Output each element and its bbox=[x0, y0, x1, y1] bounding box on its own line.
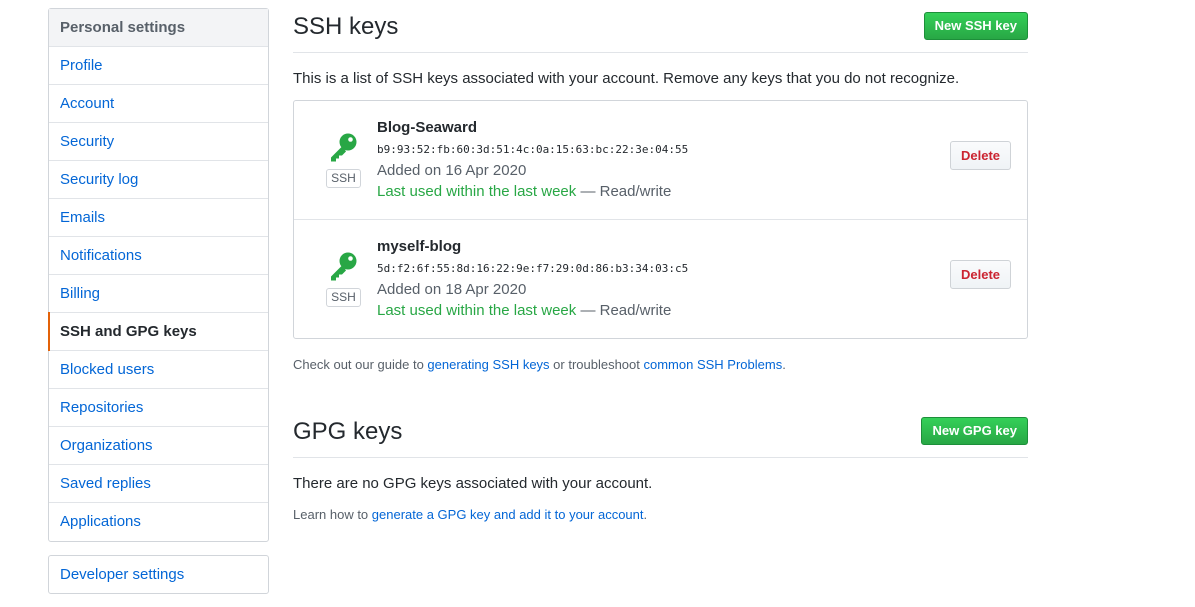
key-last-used: Last used within the last week bbox=[377, 302, 577, 319]
key-last-used: Last used within the last week bbox=[377, 183, 577, 200]
key-fingerprint: b9:93:52:fb:60:3d:51:4c:0a:15:63:bc:22:3… bbox=[377, 143, 689, 156]
ssh-help-prefix: Check out our guide to bbox=[293, 357, 428, 372]
ssh-badge: SSH bbox=[326, 169, 361, 188]
ssh-keys-title: SSH keys bbox=[293, 13, 399, 40]
key-usage: Last used within the last week — Read/wr… bbox=[377, 302, 671, 319]
key-added-date: Added on 18 Apr 2020 bbox=[377, 281, 527, 298]
sidebar-item-saved-replies[interactable]: Saved replies bbox=[49, 465, 268, 503]
gpg-section-header: GPG keys New GPG key bbox=[293, 405, 1028, 458]
sidebar-item-billing[interactable]: Billing bbox=[49, 275, 268, 313]
gpg-help-prefix: Learn how to bbox=[293, 507, 372, 522]
generate-gpg-key-link[interactable]: generate a GPG key and add it to your ac… bbox=[372, 507, 644, 522]
sidebar-item-security[interactable]: Security bbox=[49, 123, 268, 161]
key-icon bbox=[331, 133, 357, 162]
ssh-badge: SSH bbox=[326, 288, 361, 307]
ssh-key-row: SSH myself-blog 5d:f2:6f:55:8d:16:22:9e:… bbox=[294, 220, 1027, 338]
sidebar-item-repositories[interactable]: Repositories bbox=[49, 389, 268, 427]
new-gpg-key-button[interactable]: New GPG key bbox=[921, 417, 1028, 445]
delete-key-button[interactable]: Delete bbox=[950, 260, 1011, 289]
delete-key-button[interactable]: Delete bbox=[950, 141, 1011, 170]
sidebar-item-profile[interactable]: Profile bbox=[49, 47, 268, 85]
sidebar-item-account[interactable]: Account bbox=[49, 85, 268, 123]
ssh-keys-list: SSH Blog-Seaward b9:93:52:fb:60:3d:51:4c… bbox=[293, 100, 1028, 339]
ssh-help-suffix: . bbox=[782, 357, 786, 372]
ssh-description: This is a list of SSH keys associated wi… bbox=[293, 70, 960, 87]
sidebar-item-blocked-users[interactable]: Blocked users bbox=[49, 351, 268, 389]
key-usage: Last used within the last week — Read/wr… bbox=[377, 183, 671, 200]
ssh-help-middle: or troubleshoot bbox=[549, 357, 644, 372]
sidebar-item-applications[interactable]: Applications bbox=[49, 503, 268, 541]
common-ssh-problems-link[interactable]: common SSH Problems bbox=[644, 357, 783, 372]
sidebar-item-security-log[interactable]: Security log bbox=[49, 161, 268, 199]
ssh-key-row: SSH Blog-Seaward b9:93:52:fb:60:3d:51:4c… bbox=[294, 101, 1027, 220]
key-icon bbox=[331, 252, 357, 281]
developer-settings-menu: Developer settings bbox=[48, 555, 269, 594]
gpg-empty-message: There are no GPG keys associated with yo… bbox=[293, 475, 653, 492]
new-ssh-key-button[interactable]: New SSH key bbox=[923, 12, 1028, 40]
personal-settings-menu: Personal settings Profile Account Securi… bbox=[48, 8, 269, 542]
key-access: — Read/write bbox=[576, 183, 672, 200]
sidebar-item-emails[interactable]: Emails bbox=[49, 199, 268, 237]
key-access: — Read/write bbox=[576, 302, 672, 319]
ssh-section-header: SSH keys New SSH key bbox=[293, 0, 1028, 53]
gpg-help-note: Learn how to generate a GPG key and add … bbox=[293, 507, 647, 522]
menu-heading: Personal settings bbox=[49, 9, 268, 47]
gpg-help-suffix: . bbox=[643, 507, 648, 522]
sidebar-item-developer-settings[interactable]: Developer settings bbox=[49, 556, 268, 593]
key-fingerprint: 5d:f2:6f:55:8d:16:22:9e:f7:29:0d:86:b3:3… bbox=[377, 262, 689, 275]
key-title: Blog-Seaward bbox=[377, 119, 478, 136]
gpg-keys-title: GPG keys bbox=[293, 418, 403, 445]
key-title: myself-blog bbox=[377, 238, 462, 255]
sidebar-item-organizations[interactable]: Organizations bbox=[49, 427, 268, 465]
sidebar-item-ssh-gpg-keys[interactable]: SSH and GPG keys bbox=[48, 312, 268, 351]
sidebar-item-notifications[interactable]: Notifications bbox=[49, 237, 268, 275]
key-added-date: Added on 16 Apr 2020 bbox=[377, 162, 527, 179]
generating-ssh-keys-link[interactable]: generating SSH keys bbox=[427, 357, 549, 372]
ssh-help-note: Check out our guide to generating SSH ke… bbox=[293, 357, 786, 372]
